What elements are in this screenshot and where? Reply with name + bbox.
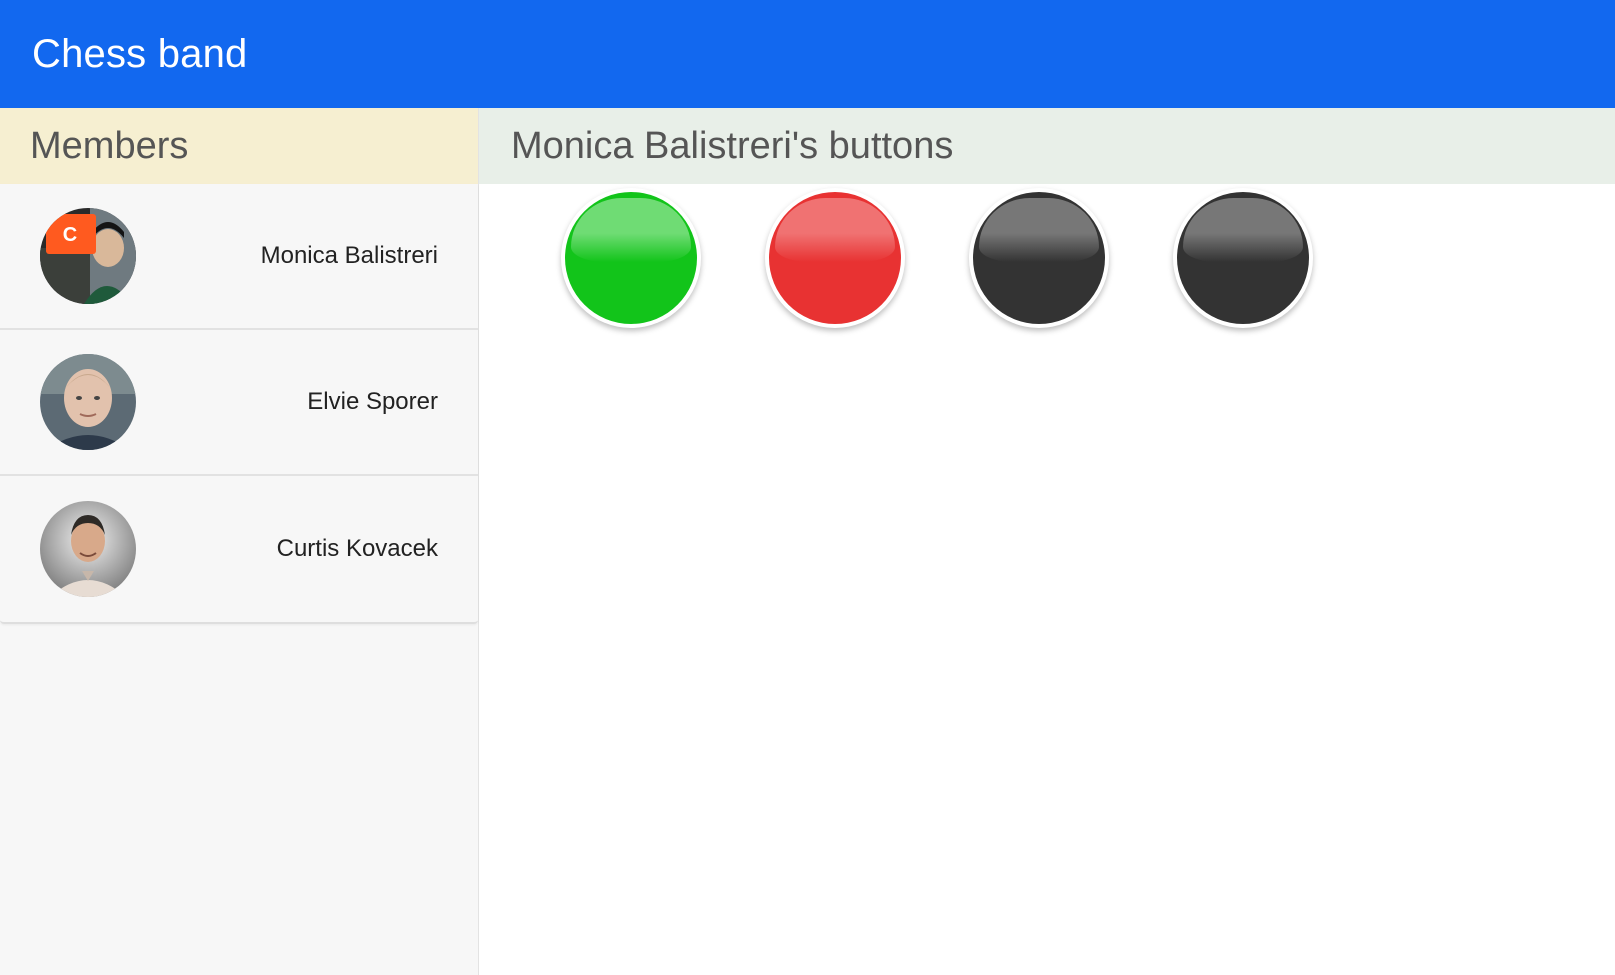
member-list: C Monica Balistreri Elvie Sporer Curtis …: [0, 184, 478, 624]
member-name: Curtis Kovacek: [276, 535, 438, 562]
avatar: [40, 501, 136, 597]
button-highlight: [979, 198, 1099, 262]
button-face: [769, 192, 901, 324]
buttons-panel: Monica Balistreri's buttons: [479, 108, 1615, 975]
member-item-curtis-kovacek[interactable]: Curtis Kovacek: [0, 476, 478, 622]
button-row: [561, 188, 1313, 328]
buttons-header: Monica Balistreri's buttons: [479, 108, 1615, 184]
badge-letter: C: [63, 224, 77, 246]
button-face: [973, 192, 1105, 324]
members-header: Members: [0, 108, 478, 184]
avatar: [40, 354, 136, 450]
round-button-off[interactable]: [1173, 188, 1313, 328]
app-title: Chess band: [32, 31, 248, 76]
member-name: Monica Balistreri: [260, 242, 438, 269]
round-button-green[interactable]: [561, 188, 701, 328]
person-avatar-icon: C: [40, 208, 136, 304]
button-highlight: [775, 198, 895, 262]
button-highlight: [1183, 198, 1303, 262]
members-sidebar: Members C Monica Balistreri Elvie Sporer…: [0, 108, 479, 975]
round-button-red[interactable]: [765, 188, 905, 328]
members-title: Members: [30, 124, 189, 167]
member-item-elvie-sporer[interactable]: Elvie Sporer: [0, 330, 478, 476]
round-button-off[interactable]: [969, 188, 1109, 328]
member-name: Elvie Sporer: [307, 388, 438, 415]
button-highlight: [571, 198, 691, 262]
person-avatar-icon: [40, 501, 136, 597]
member-item-monica-balistreri[interactable]: C Monica Balistreri: [0, 184, 478, 330]
app-header: Chess band: [0, 0, 1615, 108]
avatar: C: [40, 208, 136, 304]
button-face: [1177, 192, 1309, 324]
buttons-title: Monica Balistreri's buttons: [511, 124, 954, 167]
button-face: [565, 192, 697, 324]
person-avatar-icon: [40, 354, 136, 450]
